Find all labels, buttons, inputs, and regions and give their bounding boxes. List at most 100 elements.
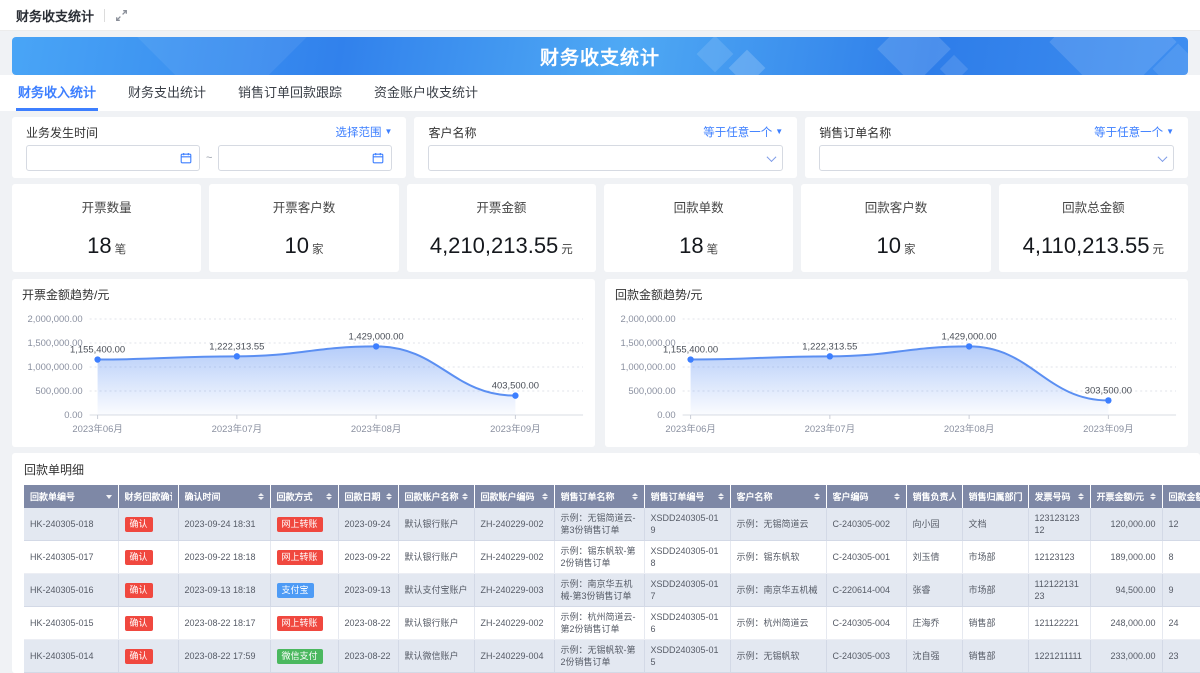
cell-acct_code: ZH-240229-002 [474,508,554,541]
column-label: 开票金额/元 [1097,490,1145,503]
confirm-button[interactable]: 确认 [125,517,153,532]
cell-inv_amt: 94,500.00 [1090,574,1162,607]
stat-card-5: 回款总金额4,110,213.55元 [999,184,1188,272]
cell-id: HK-240305-015 [24,607,118,640]
stat-cards-row: 开票数量18笔开票客户数10家开票金额4,210,213.55元回款单数18笔回… [12,184,1188,272]
confirm-button[interactable]: 确认 [125,550,153,565]
range-mode-dropdown[interactable]: 选择范围▼ [336,124,393,140]
confirm-button[interactable]: 确认 [125,616,153,631]
column-header-9[interactable]: 客户名称 [730,485,826,508]
tab-3[interactable]: 资金账户收支统计 [372,74,480,111]
column-header-2[interactable]: 确认时间 [178,485,270,508]
cell-order_name: 示例：锡东帆软-第2份销售订单 [554,541,644,574]
order-select-value[interactable] [827,151,1159,165]
sort-icon[interactable] [326,493,332,500]
confirm-button[interactable]: 确认 [125,583,153,598]
sort-icon[interactable] [632,493,638,500]
cell-dept: 销售部 [962,607,1028,640]
cell-customer: 示例：锡东帆软 [730,541,826,574]
tab-2[interactable]: 销售订单回款跟踪 [236,74,344,111]
tab-0[interactable]: 财务收入统计 [16,74,98,111]
sort-icon[interactable] [1150,493,1156,500]
svg-text:1,155,400.00: 1,155,400.00 [70,345,125,356]
cell-dept: 销售部 [962,640,1028,673]
svg-text:2023年08月: 2023年08月 [944,423,994,435]
stat-value: 4,210,213.55元 [407,233,596,259]
column-header-8[interactable]: 销售订单编号 [644,485,730,508]
cell-cust_code: C-240305-003 [826,640,906,673]
match-mode-dropdown[interactable]: 等于任意一个▼ [703,124,783,140]
cell-dept: 市场部 [962,541,1028,574]
column-header-14[interactable]: 开票金额/元 [1090,485,1162,508]
cell-dept: 文档 [962,508,1028,541]
column-header-10[interactable]: 客户编码 [826,485,906,508]
topbar-divider [104,9,105,22]
cell-pay_amt: 12 [1162,508,1200,541]
order-select[interactable] [819,145,1174,171]
start-date-value[interactable] [34,151,180,165]
column-header-12[interactable]: 销售归属部门 [962,485,1028,508]
table-row: HK-240305-016确认2023-09-13 18:18支付宝2023-0… [24,574,1200,607]
stat-number: 4,110,213.55 [1023,233,1150,258]
customer-select[interactable] [428,145,783,171]
stat-card-1: 开票客户数10家 [209,184,398,272]
date-range-separator: ~ [206,152,212,164]
cell-invoice_no: 12123123 [1028,541,1090,574]
end-date-value[interactable] [226,151,372,165]
sort-icon[interactable] [542,493,548,500]
chevron-down-icon: ▼ [775,128,783,136]
cell-order_code: XSDD240305-019 [644,508,730,541]
column-header-3[interactable]: 回款方式 [270,485,338,508]
cell-person: 向小园 [906,508,962,541]
cell-order_name: 示例：南京华五机械-第3份销售订单 [554,574,644,607]
cell-inv_amt: 233,000.00 [1090,640,1162,673]
svg-text:2023年06月: 2023年06月 [665,423,715,435]
match-mode-dropdown[interactable]: 等于任意一个▼ [1094,124,1174,140]
banner-decoration [729,50,766,75]
customer-select-value[interactable] [436,151,768,165]
cell-date: 2023-09-24 [338,508,398,541]
sort-icon[interactable] [258,493,264,500]
column-header-5[interactable]: 回款账户名称 [398,485,474,508]
cell-order_name: 示例：无锡简道云-第3份销售订单 [554,508,644,541]
start-date-input[interactable] [26,145,200,171]
sort-icon[interactable] [386,493,392,500]
column-header-1[interactable]: 财务回款确认 [118,485,178,508]
svg-text:0.00: 0.00 [64,410,82,421]
column-header-0[interactable]: 回款单编号 [24,485,118,508]
sort-icon[interactable] [1078,493,1084,500]
stat-number: 10 [877,233,901,258]
stat-label: 开票数量 [12,197,201,216]
table-scroll-area[interactable]: 回款单编号财务回款确认确认时间回款方式回款日期回款账户名称 回款账户编码销售订单名… [24,485,1200,673]
tab-1[interactable]: 财务支出统计 [126,74,208,111]
cell-person: 刘玉倩 [906,541,962,574]
stat-card-2: 开票金额4,210,213.55元 [407,184,596,272]
sort-icon[interactable] [894,493,900,500]
svg-text:2023年07月: 2023年07月 [805,423,855,435]
column-header-7[interactable]: 销售订单名称 [554,485,644,508]
banner-decoration [940,55,968,75]
cell-pay_amt: 8 [1162,541,1200,574]
cell-id: HK-240305-014 [24,640,118,673]
stat-unit: 元 [1152,244,1164,256]
column-label: 回款账户名称 [405,490,459,503]
column-header-6[interactable]: 回款账户编码 [474,485,554,508]
svg-text:2023年08月: 2023年08月 [351,423,401,435]
column-header-4[interactable]: 回款日期 [338,485,398,508]
column-header-11[interactable]: 销售负责人 [906,485,962,508]
end-date-input[interactable] [218,145,392,171]
payment-detail-table: 回款单编号财务回款确认确认时间回款方式回款日期回款账户名称 回款账户编码销售订单名… [24,485,1200,673]
fullscreen-expand-icon[interactable] [115,9,128,22]
stat-number: 10 [285,233,309,258]
column-header-13[interactable]: 发票号码 [1028,485,1090,508]
sort-icon[interactable] [718,493,724,500]
chevron-down-icon [767,152,777,162]
svg-text:1,429,000.00: 1,429,000.00 [942,331,997,342]
column-header-15[interactable]: 回款金额/元 [1162,485,1200,508]
sort-icon[interactable] [462,493,468,500]
cell-time: 2023-09-22 18:18 [178,541,270,574]
payment-method-badge: 网上转账 [277,550,323,565]
sort-icon[interactable] [814,493,820,500]
cell-acct_name: 默认银行账户 [398,607,474,640]
filter-dropdown-icon[interactable] [106,495,112,499]
